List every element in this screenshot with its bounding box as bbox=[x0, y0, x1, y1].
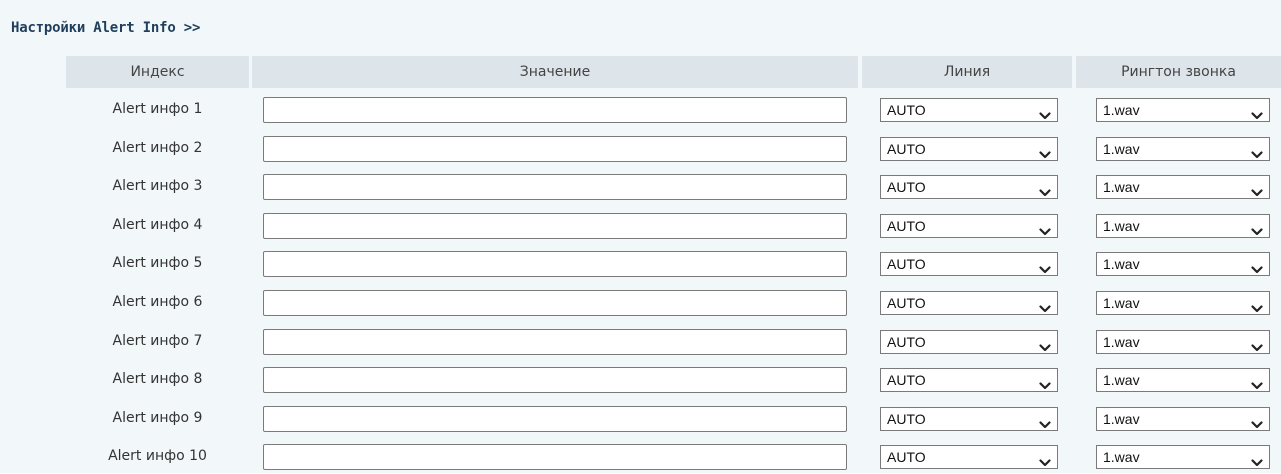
table-row: Alert инфо 5 AUTO 1.wav bbox=[0, 248, 1281, 280]
table-row: Alert инфо 1 AUTO 1.wav bbox=[0, 94, 1281, 126]
ringtone-select[interactable]: 1.wav bbox=[1096, 329, 1270, 354]
header-index: Индекс bbox=[66, 56, 249, 88]
chevron-down-icon bbox=[1251, 375, 1263, 390]
ringtone-select[interactable]: 1.wav bbox=[1096, 445, 1270, 470]
ringtone-select-value: 1.wav bbox=[1103, 102, 1140, 118]
chevron-down-icon bbox=[1251, 182, 1263, 197]
header-ringtone: Рингтон звонка bbox=[1076, 56, 1281, 88]
header-line: Линия bbox=[862, 56, 1072, 88]
table-row: Alert инфо 2 AUTO 1.wav bbox=[0, 133, 1281, 165]
ringtone-select-value: 1.wav bbox=[1103, 217, 1140, 234]
chevron-down-icon bbox=[1039, 259, 1051, 274]
line-select-value: AUTO bbox=[887, 410, 926, 427]
chevron-down-icon bbox=[1039, 298, 1051, 313]
ringtone-select-value: 1.wav bbox=[1103, 333, 1140, 350]
alert-info-value-input[interactable] bbox=[263, 328, 847, 355]
chevron-down-icon bbox=[1251, 144, 1263, 158]
table-row: Alert инфо 6 AUTO 1.wav bbox=[0, 287, 1281, 319]
line-select[interactable]: AUTO bbox=[880, 213, 1058, 238]
line-select-value: AUTO bbox=[887, 179, 926, 196]
line-select[interactable]: AUTO bbox=[880, 252, 1058, 277]
row-index-label: Alert инфо 2 bbox=[112, 139, 203, 156]
line-select-value: AUTO bbox=[887, 372, 926, 389]
chevron-down-icon bbox=[1039, 221, 1051, 235]
row-index-label: Alert инфо 10 bbox=[108, 448, 207, 465]
ringtone-select-value: 1.wav bbox=[1103, 295, 1140, 311]
alert-info-value-input[interactable] bbox=[263, 212, 847, 239]
header-value: Значение bbox=[252, 56, 858, 88]
chevron-down-icon bbox=[1251, 337, 1263, 351]
chevron-down-icon bbox=[1039, 144, 1051, 158]
chevron-down-icon bbox=[1251, 105, 1263, 120]
ringtone-select[interactable]: 1.wav bbox=[1096, 175, 1270, 200]
ringtone-select-value: 1.wav bbox=[1103, 410, 1140, 427]
chevron-down-icon bbox=[1251, 221, 1263, 235]
alert-info-value-input[interactable] bbox=[263, 174, 847, 201]
alert-info-value-input[interactable] bbox=[263, 444, 847, 471]
line-select[interactable]: AUTO bbox=[880, 175, 1058, 200]
table-row: Alert инфо 10 AUTO 1.wav bbox=[0, 441, 1281, 473]
table-row: Alert инфо 4 AUTO 1.wav bbox=[0, 210, 1281, 242]
chevron-down-icon bbox=[1251, 452, 1263, 467]
section-title: Настройки Alert Info >> bbox=[11, 20, 201, 36]
alert-info-value-input[interactable] bbox=[263, 290, 847, 316]
line-select-value: AUTO bbox=[887, 102, 926, 118]
alert-info-value-input[interactable] bbox=[263, 405, 847, 432]
ringtone-select-value: 1.wav bbox=[1103, 372, 1140, 389]
line-select-value: AUTO bbox=[887, 140, 926, 157]
row-index-label: Alert инфо 9 bbox=[112, 409, 203, 426]
chevron-down-icon bbox=[1039, 182, 1051, 197]
line-select[interactable]: AUTO bbox=[880, 136, 1058, 161]
chevron-down-icon bbox=[1039, 375, 1051, 390]
ringtone-select[interactable]: 1.wav bbox=[1096, 136, 1270, 161]
ringtone-select-value: 1.wav bbox=[1103, 256, 1140, 273]
table-row: Alert инфо 8 AUTO 1.wav bbox=[0, 364, 1281, 396]
line-select-value: AUTO bbox=[887, 295, 926, 311]
row-index-label: Alert инфо 6 bbox=[112, 294, 203, 310]
alert-info-value-input[interactable] bbox=[263, 135, 847, 162]
line-select[interactable]: AUTO bbox=[880, 368, 1058, 393]
chevron-down-icon bbox=[1251, 259, 1263, 274]
ringtone-select[interactable]: 1.wav bbox=[1096, 98, 1270, 122]
alert-info-panel: Настройки Alert Info >> Индекс Значение … bbox=[0, 0, 1281, 473]
table-row: Alert инфо 7 AUTO 1.wav bbox=[0, 326, 1281, 358]
line-select-value: AUTO bbox=[887, 449, 926, 466]
chevron-down-icon bbox=[1251, 414, 1263, 428]
row-index-label: Alert инфо 5 bbox=[112, 255, 203, 272]
chevron-down-icon bbox=[1251, 298, 1263, 313]
line-select[interactable]: AUTO bbox=[880, 291, 1058, 315]
line-select[interactable]: AUTO bbox=[880, 406, 1058, 431]
ringtone-select[interactable]: 1.wav bbox=[1096, 213, 1270, 238]
ringtone-select[interactable]: 1.wav bbox=[1096, 252, 1270, 277]
line-select[interactable]: AUTO bbox=[880, 329, 1058, 354]
chevron-down-icon bbox=[1039, 105, 1051, 120]
alert-info-value-input[interactable] bbox=[263, 367, 847, 394]
chevron-down-icon bbox=[1039, 337, 1051, 351]
ringtone-select-value: 1.wav bbox=[1103, 140, 1140, 157]
ringtone-select[interactable]: 1.wav bbox=[1096, 368, 1270, 393]
ringtone-select[interactable]: 1.wav bbox=[1096, 291, 1270, 315]
table-row: Alert инфо 9 AUTO 1.wav bbox=[0, 403, 1281, 435]
row-index-label: Alert инфо 8 bbox=[112, 371, 203, 388]
alert-info-value-input[interactable] bbox=[263, 97, 847, 123]
line-select-value: AUTO bbox=[887, 217, 926, 234]
line-select[interactable]: AUTO bbox=[880, 445, 1058, 470]
row-index-label: Alert инфо 7 bbox=[112, 332, 203, 349]
chevron-down-icon bbox=[1039, 414, 1051, 428]
row-index-label: Alert инфо 3 bbox=[112, 178, 203, 195]
line-select[interactable]: AUTO bbox=[880, 98, 1058, 122]
alert-info-value-input[interactable] bbox=[263, 251, 847, 278]
row-index-label: Alert инфо 1 bbox=[112, 101, 203, 117]
row-index-label: Alert инфо 4 bbox=[112, 216, 203, 233]
ringtone-select-value: 1.wav bbox=[1103, 449, 1140, 466]
ringtone-select-value: 1.wav bbox=[1103, 179, 1140, 196]
line-select-value: AUTO bbox=[887, 333, 926, 350]
table-row: Alert инфо 3 AUTO 1.wav bbox=[0, 171, 1281, 203]
chevron-down-icon bbox=[1039, 452, 1051, 467]
line-select-value: AUTO bbox=[887, 256, 926, 273]
ringtone-select[interactable]: 1.wav bbox=[1096, 406, 1270, 431]
